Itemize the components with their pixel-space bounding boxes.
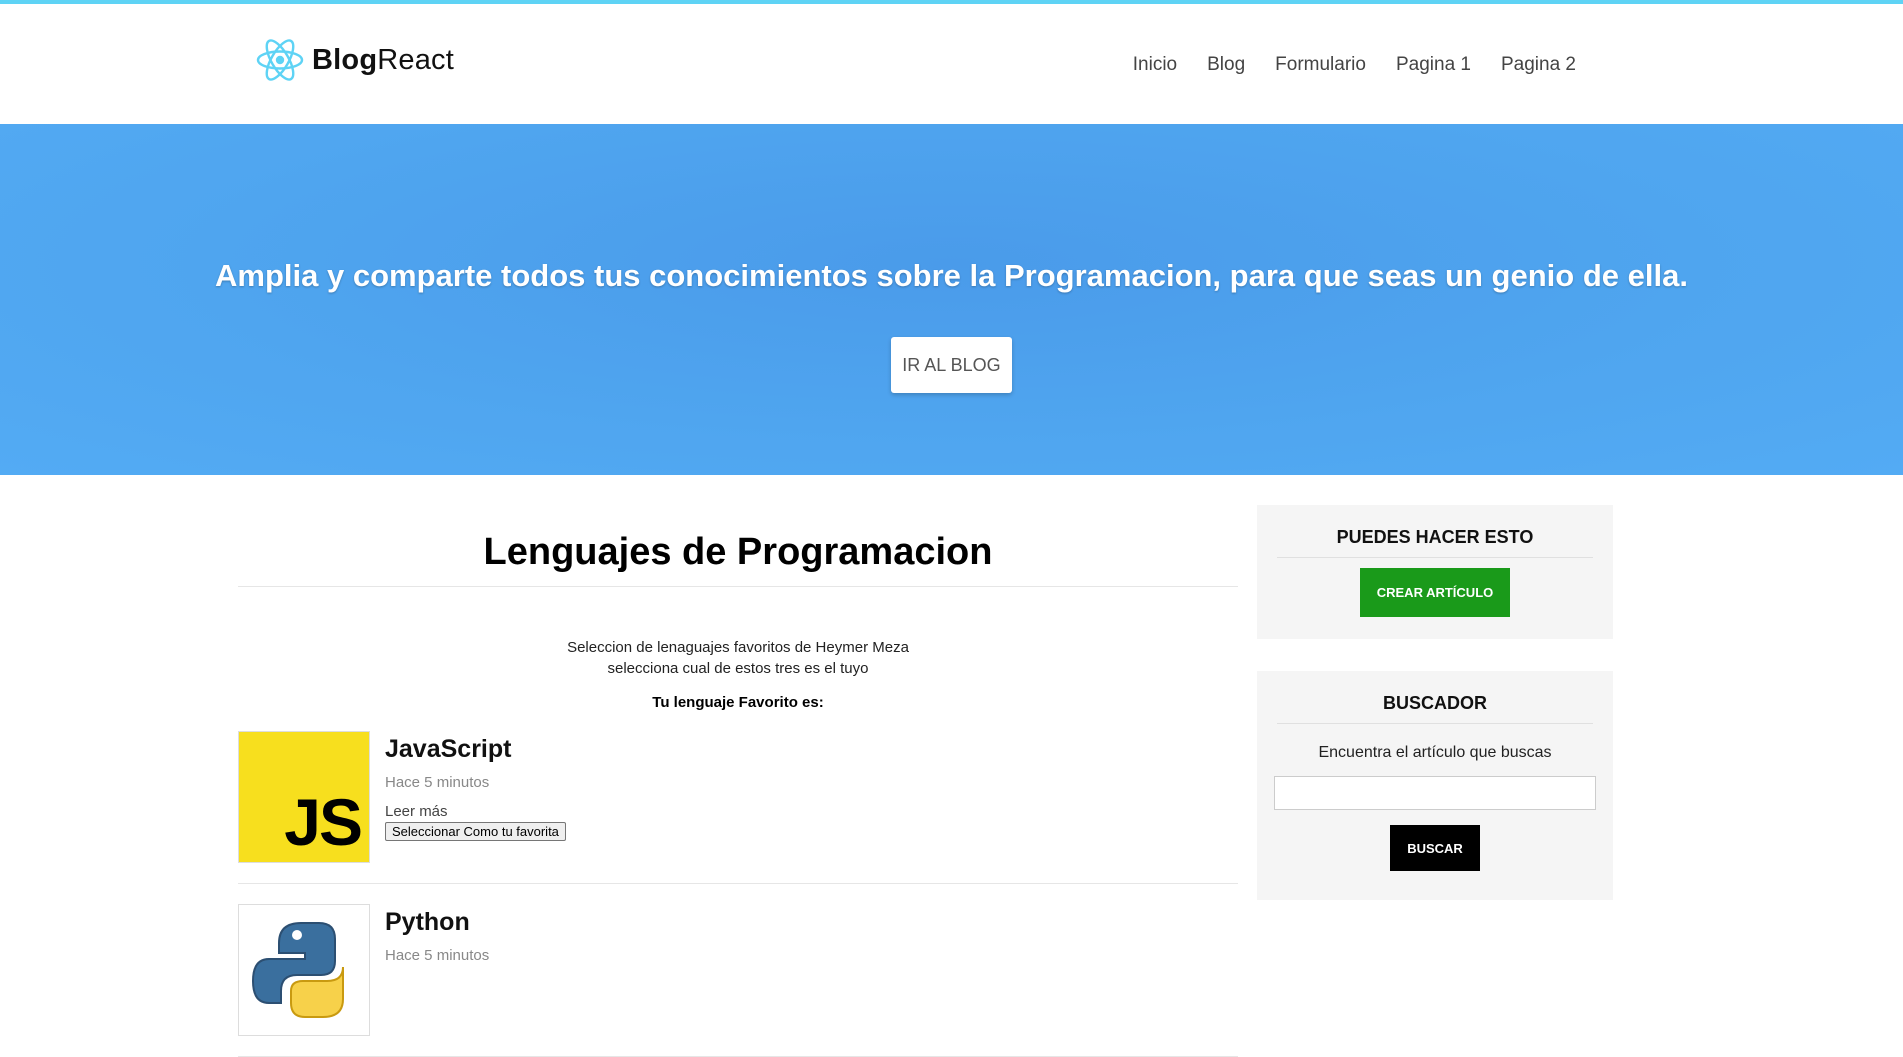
article-thumbnail: JS	[238, 731, 370, 863]
nav-blog[interactable]: Blog	[1207, 54, 1245, 76]
select-favorite-button[interactable]: Seleccionar Como tu favorita	[385, 822, 566, 841]
article-item: JS JavaScript Hace 5 minutos Leer más Se…	[238, 731, 1238, 884]
search-input[interactable]	[1274, 776, 1596, 810]
brand-name-bold: Blog	[312, 43, 378, 76]
actions-widget: PUEDES HACER ESTO CREAR ARTÍCULO	[1257, 505, 1613, 639]
article-item: Python Hace 5 minutos	[238, 904, 1238, 1057]
python-logo	[239, 905, 369, 1035]
main-nav: Inicio Blog Formulario Pagina 1 Pagina 2	[1103, 54, 1576, 76]
read-more-link[interactable]: Leer más	[385, 803, 566, 820]
intro-line-1: Seleccion de lenaguajes favoritos de Hey…	[567, 639, 909, 656]
article-name: JavaScript	[385, 735, 512, 763]
search-description: Encuentra el artículo que buscas	[1318, 744, 1552, 761]
go-to-blog-button[interactable]: IR AL BLOG	[891, 337, 1012, 393]
react-atom-icon	[256, 39, 304, 81]
search-widget: BUSCADOR Encuentra el artículo que busca…	[1257, 671, 1613, 900]
nav-formulario[interactable]: Formulario	[1275, 54, 1366, 76]
search-button[interactable]: BUSCAR	[1390, 825, 1480, 871]
intro-text: Seleccion de lenaguajes favoritos de Hey…	[238, 637, 1238, 679]
article-time: Hace 5 minutos	[385, 947, 490, 964]
create-article-button[interactable]: CREAR ARTÍCULO	[1360, 568, 1510, 617]
nav-pagina-1[interactable]: Pagina 1	[1396, 54, 1471, 76]
favorite-label: Tu lenguaje Favorito es:	[652, 694, 824, 711]
brand-name-rest: React	[377, 43, 454, 76]
nav-inicio[interactable]: Inicio	[1133, 54, 1177, 76]
article-name: Python	[385, 908, 470, 936]
javascript-logo: JS	[239, 732, 369, 862]
article-info: JavaScript Hace 5 minutos Leer más Selec…	[385, 731, 566, 863]
page-title: Lenguajes de Programacion	[238, 505, 1238, 587]
hero-banner: Amplia y comparte todos tus conocimiento…	[0, 124, 1903, 475]
hero-title: Amplia y comparte todos tus conocimiento…	[215, 258, 1688, 293]
article-info: Python Hace 5 minutos	[385, 904, 489, 1036]
main-content: Lenguajes de Programacion Seleccion de l…	[238, 505, 1238, 1057]
search-title: BUSCADOR	[1277, 671, 1593, 724]
actions-title: PUEDES HACER ESTO	[1277, 505, 1593, 558]
brand-name: BlogReact	[312, 44, 454, 77]
article-thumbnail	[238, 904, 370, 1036]
site-header: BlogReact Inicio Blog Formulario Pagina …	[0, 4, 1903, 124]
article-time: Hace 5 minutos	[385, 774, 490, 791]
javascript-logo-text: JS	[284, 785, 363, 859]
intro-line-2: selecciona cual de estos tres es el tuyo	[607, 660, 869, 677]
site-logo[interactable]: BlogReact	[254, 34, 454, 86]
nav-pagina-2[interactable]: Pagina 2	[1501, 54, 1576, 76]
